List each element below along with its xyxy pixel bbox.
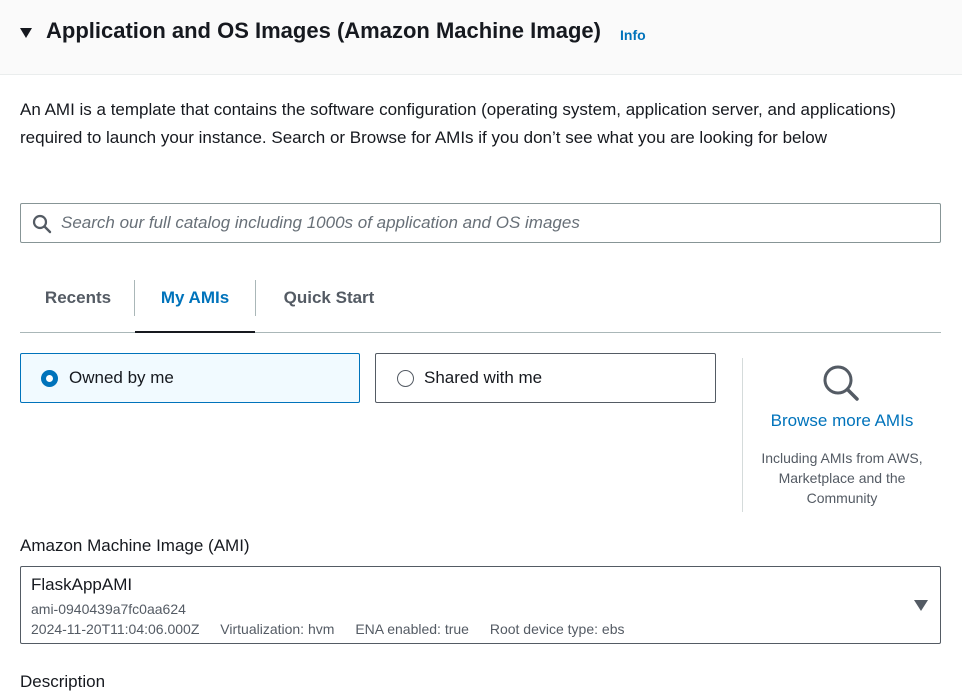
ami-id: ami-0940439a7fc0aa624: [31, 601, 186, 617]
section-description: An AMI is a template that contains the s…: [20, 100, 896, 147]
ami-select[interactable]: FlaskAppAMI ami-0940439a7fc0aa624 2024-1…: [20, 566, 941, 644]
radio-shared-with-me[interactable]: Shared with me: [375, 353, 716, 403]
browse-more-amis-link[interactable]: Browse more AMIs: [743, 411, 941, 431]
tab-divider: [255, 280, 256, 316]
ami-ena: ENA enabled: true: [355, 621, 469, 637]
info-link[interactable]: Info: [620, 27, 646, 43]
ami-search-input[interactable]: [61, 204, 931, 242]
radio-button[interactable]: [41, 370, 58, 387]
ami-root-device: Root device type: ebs: [489, 621, 625, 637]
magnifier-icon[interactable]: [822, 364, 860, 402]
search-icon: [32, 214, 52, 234]
description-field-label: Description: [20, 672, 106, 691]
ami-search-box: [20, 203, 941, 243]
ami-tabs: Recents My AMIs Quick Start: [20, 280, 941, 333]
ami-meta: 2024-11-20T11:04:06.000Z Virtualization:…: [31, 621, 641, 637]
dropdown-caret-icon[interactable]: [914, 600, 928, 611]
ami-virtualization: Virtualization: hvm: [220, 621, 335, 637]
caret-down-icon[interactable]: [20, 28, 32, 38]
radio-label: Shared with me: [424, 368, 543, 387]
ami-created: 2024-11-20T11:04:06.000Z: [31, 621, 200, 637]
radio-button[interactable]: [397, 370, 414, 387]
radio-owned-by-me[interactable]: Owned by me: [20, 353, 360, 403]
tab-quick-start[interactable]: Quick Start: [261, 280, 397, 332]
browse-more-amis-subtext: Including AMIs from AWS, Marketplace and…: [761, 450, 923, 506]
section-header: Application and OS Images (Amazon Machin…: [0, 0, 962, 75]
tab-my-amis[interactable]: My AMIs: [135, 280, 255, 333]
section-title: Application and OS Images (Amazon Machin…: [46, 18, 601, 43]
ami-field-label: Amazon Machine Image (AMI): [20, 536, 250, 555]
radio-label: Owned by me: [69, 368, 174, 387]
tab-recents[interactable]: Recents: [26, 280, 130, 332]
ami-name: FlaskAppAMI: [31, 575, 133, 594]
